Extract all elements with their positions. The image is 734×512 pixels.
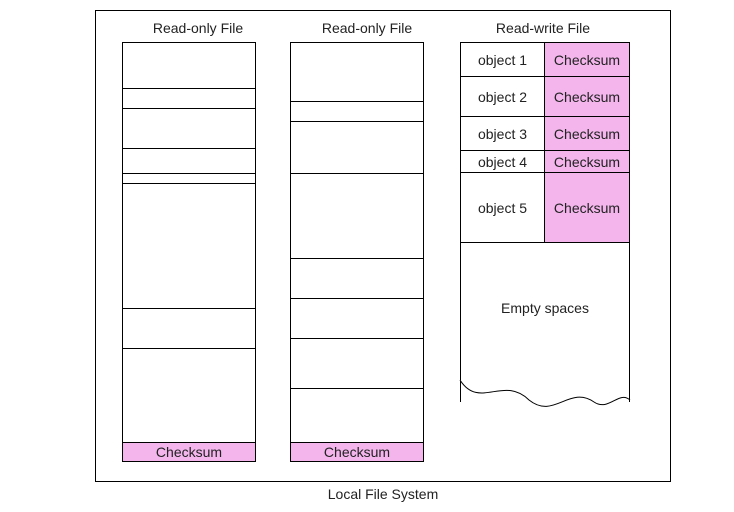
row-divider [123, 148, 255, 149]
rw-row: object 3 Checksum [461, 117, 629, 151]
checksum-cell: Checksum [545, 173, 629, 242]
readonly-col-left: Checksum [122, 42, 256, 462]
object-label: object 4 [461, 151, 545, 172]
col-title-left: Read-only File [118, 20, 278, 36]
checksum-footer-mid: Checksum [291, 442, 423, 461]
object-label: object 1 [461, 43, 545, 76]
checksum-cell: Checksum [545, 151, 629, 172]
row-divider [123, 88, 255, 89]
row-divider [291, 388, 423, 389]
row-divider [123, 108, 255, 109]
rw-row: object 4 Checksum [461, 151, 629, 173]
readwrite-col: object 1 Checksum object 2 Checksum obje… [460, 42, 630, 402]
rw-row: object 2 Checksum [461, 77, 629, 117]
readonly-col-mid: Checksum [290, 42, 424, 462]
row-divider [291, 338, 423, 339]
row-divider [291, 298, 423, 299]
object-label: object 2 [461, 77, 545, 116]
rw-row: object 5 Checksum [461, 173, 629, 243]
col-title-mid: Read-only File [287, 20, 447, 36]
col-title-right: Read-write File [443, 20, 643, 36]
row-divider [123, 308, 255, 309]
row-divider [291, 121, 423, 122]
rw-row: object 1 Checksum [461, 43, 629, 77]
object-label: object 5 [461, 173, 545, 242]
diagram-caption: Local File System [95, 486, 671, 502]
row-divider [291, 101, 423, 102]
checksum-footer-left: Checksum [123, 442, 255, 461]
row-divider [291, 173, 423, 174]
row-divider [291, 258, 423, 259]
checksum-cell: Checksum [545, 117, 629, 150]
row-divider [123, 183, 255, 184]
object-label: object 3 [461, 117, 545, 150]
checksum-cell: Checksum [545, 43, 629, 76]
checksum-cell: Checksum [545, 77, 629, 116]
row-divider [123, 348, 255, 349]
row-divider [123, 173, 255, 174]
empty-spaces-label: Empty spaces [460, 300, 630, 316]
